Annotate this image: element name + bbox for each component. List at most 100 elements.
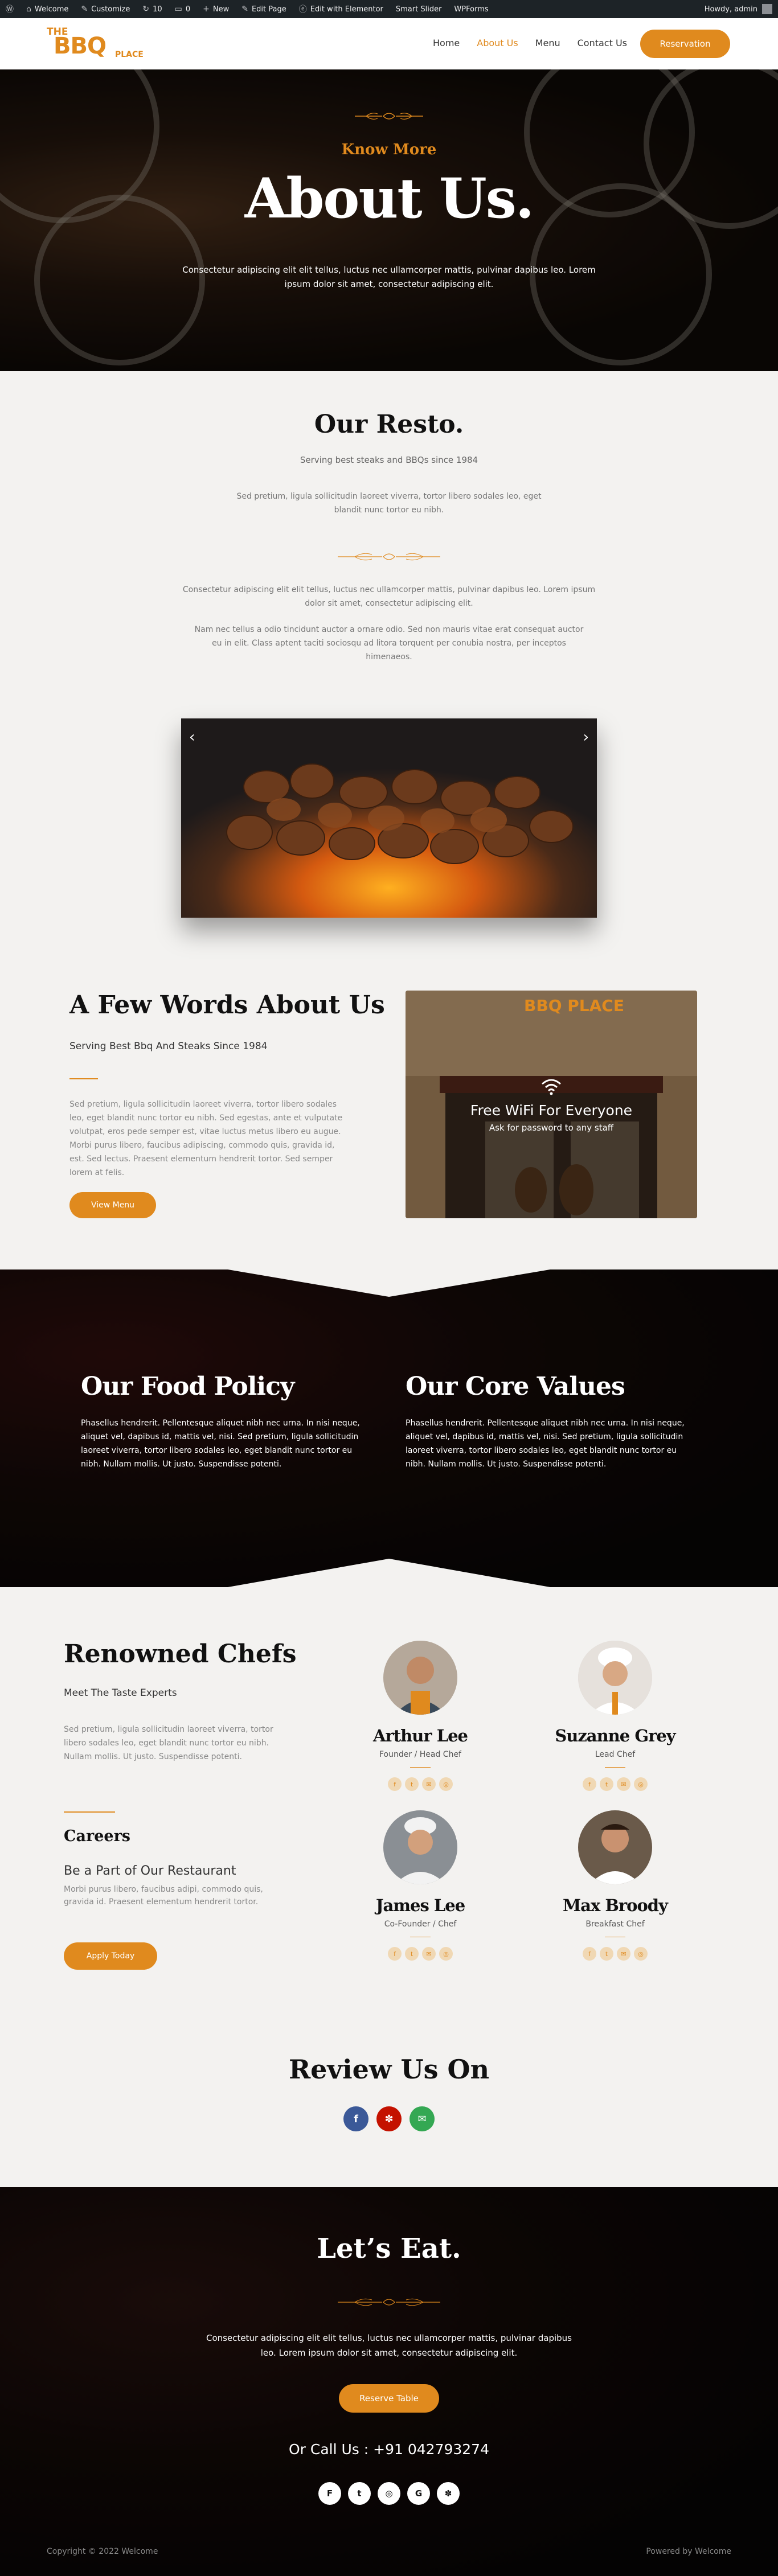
- review-title: Review Us On: [288, 2054, 490, 2085]
- email-icon[interactable]: ✉: [422, 1947, 436, 1961]
- slider-prev-icon[interactable]: ‹: [189, 729, 195, 746]
- chef-card: Arthur Lee Founder / Head Chef f t ✉ ◎: [346, 1641, 494, 1811]
- instagram-icon[interactable]: ◎: [439, 1947, 453, 1961]
- yelp-icon[interactable]: ✽: [376, 2106, 402, 2131]
- facebook-icon[interactable]: f: [388, 1777, 402, 1791]
- site-logo[interactable]: THE BBQ PLACE: [47, 25, 153, 63]
- admin-item-edit-page[interactable]: ✎ Edit Page: [241, 5, 286, 14]
- food-policy-text: Phasellus hendrerit. Pellentesque alique…: [81, 1419, 360, 1469]
- chefs-title: Renowned Chefs: [64, 1640, 297, 1669]
- hero-kicker: Know More: [341, 141, 437, 158]
- admin-item-wpforms[interactable]: WPForms: [454, 5, 488, 14]
- core-values-title: Our Core Values: [406, 1372, 625, 1401]
- nav-menu[interactable]: Menu: [535, 38, 560, 48]
- admin-item-updates[interactable]: ↻ 10: [142, 5, 162, 14]
- admin-item-elementor[interactable]: ⓔ Edit with Elementor: [299, 3, 383, 15]
- review-links: f ✽ ✉: [343, 2106, 435, 2131]
- admin-item-label: Edit with Elementor: [310, 5, 383, 14]
- nav-contact-us[interactable]: Contact Us: [578, 38, 627, 48]
- refresh-icon: ↻: [142, 5, 150, 14]
- facebook-icon[interactable]: f: [343, 2106, 368, 2131]
- chef-name: Arthur Lee: [372, 1726, 468, 1745]
- brush-icon: ✎: [81, 5, 88, 14]
- divider: [69, 1078, 98, 1079]
- wifi-card: BBQ PLACE Free WiFi For Everyone Ask for…: [406, 991, 697, 1218]
- chef-role: Co-Founder / Chef: [384, 1920, 457, 1929]
- foursquare-icon[interactable]: F: [318, 2482, 341, 2505]
- twitter-icon[interactable]: t: [600, 1947, 613, 1961]
- google-icon[interactable]: G: [407, 2482, 430, 2505]
- admin-item-comments[interactable]: ▭ 0: [175, 5, 191, 14]
- facebook-icon[interactable]: f: [388, 1947, 402, 1961]
- tripadvisor-icon[interactable]: ✉: [410, 2106, 435, 2131]
- nav-about-us[interactable]: About Us: [477, 38, 518, 48]
- yelp-icon[interactable]: ✽: [437, 2482, 460, 2505]
- twitter-icon[interactable]: t: [405, 1777, 419, 1791]
- chef-role: Breakfast Chef: [585, 1920, 645, 1929]
- admin-account[interactable]: Howdy, admin: [705, 4, 772, 14]
- nav-home[interactable]: Home: [433, 38, 460, 48]
- admin-item-label: Welcome: [34, 5, 69, 14]
- email-icon[interactable]: ✉: [617, 1947, 630, 1961]
- resto-title: Our Resto.: [314, 410, 464, 439]
- ornament-divider-icon: [338, 553, 440, 561]
- instagram-icon[interactable]: ◎: [439, 1777, 453, 1791]
- admin-item-label: 10: [153, 5, 162, 14]
- view-menu-button[interactable]: View Menu: [69, 1192, 156, 1218]
- chef-card: Max Broody Breakfast Chef f t ✉ ◎: [541, 1810, 689, 1981]
- comment-icon: ▭: [174, 5, 182, 14]
- email-icon[interactable]: ✉: [617, 1777, 630, 1791]
- admin-item-site[interactable]: ⌂ Welcome: [26, 5, 68, 14]
- twitter-icon[interactable]: t: [348, 2482, 371, 2505]
- chef-name: Max Broody: [563, 1896, 668, 1915]
- email-icon[interactable]: ✉: [422, 1777, 436, 1791]
- wifi-subtitle: Ask for password to any staff: [489, 1123, 614, 1133]
- ornament-divider-icon: [355, 113, 423, 120]
- admin-item-new[interactable]: + New: [203, 5, 229, 14]
- chef-card: James Lee Co-Founder / Chef f t ✉ ◎: [346, 1810, 494, 1981]
- chef-name: Suzanne Grey: [555, 1726, 675, 1745]
- image-slider[interactable]: ‹ ›: [181, 718, 597, 918]
- admin-greeting: Howdy, admin: [704, 5, 757, 14]
- reservation-button[interactable]: Reservation: [640, 30, 730, 58]
- chef-photo: [383, 1641, 457, 1715]
- avatar: [762, 4, 772, 14]
- logo-text-place: PLACE: [115, 50, 144, 59]
- twitter-icon[interactable]: t: [600, 1777, 613, 1791]
- chef-socials: f t ✉ ◎: [346, 1947, 494, 1961]
- chef-role: Lead Chef: [595, 1750, 636, 1759]
- bbq-skewers-image: [181, 718, 597, 918]
- admin-item-smart-slider[interactable]: Smart Slider: [396, 5, 442, 14]
- slider-next-icon[interactable]: ›: [583, 729, 589, 746]
- careers-subtitle: Be a Part of Our Restaurant: [64, 1864, 236, 1878]
- admin-item-wordpress[interactable]: Ⓦ: [6, 3, 14, 15]
- admin-bar: Ⓦ ⌂ Welcome ✎ Customize ↻ 10 ▭ 0 + New ✎ Edit …: [0, 0, 778, 18]
- chef-photo: [578, 1810, 652, 1884]
- admin-item-label: WPForms: [454, 5, 489, 14]
- admin-item-label: New: [212, 5, 230, 14]
- divider: [410, 1767, 431, 1768]
- facebook-icon[interactable]: f: [583, 1777, 596, 1791]
- main-nav: Home About Us Menu Contact Us: [433, 38, 627, 48]
- facebook-icon[interactable]: f: [583, 1947, 596, 1961]
- phone-number[interactable]: Or Call Us : +91 042793274: [0, 2441, 778, 2458]
- about-subtitle: Serving Best Bbq And Steaks Since 1984: [69, 1041, 268, 1052]
- divider: [605, 1767, 625, 1768]
- reserve-table-button[interactable]: Reserve Table: [339, 2384, 439, 2413]
- instagram-icon[interactable]: ◎: [634, 1777, 648, 1791]
- core-values-text: Phasellus hendrerit. Pellentesque alique…: [406, 1419, 685, 1469]
- apply-today-button[interactable]: Apply Today: [64, 1942, 157, 1970]
- admin-item-customize[interactable]: ✎ Customize: [81, 5, 130, 14]
- about-title: A Few Words About Us: [69, 991, 385, 1020]
- wifi-icon: [542, 1079, 561, 1095]
- chef-role: Founder / Head Chef: [379, 1750, 461, 1759]
- admin-item-label: Smart Slider: [395, 5, 442, 14]
- chef-card: Suzanne Grey Lead Chef f t ✉ ◎: [541, 1641, 689, 1811]
- twitter-icon[interactable]: t: [405, 1947, 419, 1961]
- about-text: Sed pretium, ligula sollicitudin laoreet…: [69, 1100, 343, 1177]
- page-title: About Us.: [244, 166, 534, 231]
- instagram-icon[interactable]: ◎: [378, 2482, 400, 2505]
- instagram-icon[interactable]: ◎: [634, 1947, 648, 1961]
- powered-by-text: Powered by Welcome: [646, 2547, 731, 2556]
- site-footer: Let’s Eat. Consectetur adipiscing elit e…: [0, 2187, 778, 2576]
